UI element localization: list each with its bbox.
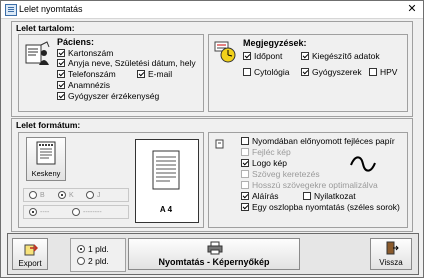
align-radio-group: B K J xyxy=(23,188,129,202)
checkbox-box[interactable] xyxy=(241,203,249,211)
radio-circle[interactable] xyxy=(77,257,85,265)
notes-title: Megjegyzések: xyxy=(243,38,307,48)
checkbox-email[interactable]: E-mail xyxy=(137,69,172,79)
checkbox-box[interactable] xyxy=(241,192,249,200)
checkbox-box[interactable] xyxy=(243,52,251,60)
checkbox-box[interactable] xyxy=(57,70,65,78)
line-radio-group: ---- -------- xyxy=(23,205,129,219)
checkbox-box[interactable] xyxy=(57,49,65,57)
format-group: Lelet formátum: Keskeny B K J ---- -----… xyxy=(11,118,413,232)
export-label: Export xyxy=(18,259,42,268)
window-title: Lelet nyomtatás xyxy=(19,4,83,14)
document-icon xyxy=(152,150,180,190)
checkbox-box[interactable] xyxy=(243,68,251,76)
checkbox-box[interactable] xyxy=(241,148,249,156)
checkbox-kiegeszito-adatok[interactable]: Kiegészítő adatok xyxy=(301,51,380,61)
checkbox-box[interactable] xyxy=(369,68,377,76)
radio-circle[interactable] xyxy=(77,245,85,253)
close-button[interactable]: ✕ xyxy=(401,1,423,18)
print-button-label: Nyomtatás - Képernyőkép xyxy=(158,257,270,267)
checkbox-cytologia[interactable]: Cytológia xyxy=(243,67,289,77)
checkbox-signature[interactable]: Aláírás xyxy=(241,191,278,201)
patient-title: Páciens: xyxy=(57,37,95,47)
checkbox-hpv[interactable]: HPV xyxy=(369,67,397,77)
checkbox-gyogyszer-erzekenyseg[interactable]: Gyógyszer érzékenység xyxy=(57,91,159,101)
radio-circle[interactable] xyxy=(58,191,66,199)
checkbox-preprinted-paper[interactable]: Nyomdában előnyomott fejléces papír xyxy=(241,136,395,146)
checkbox-kartonszam[interactable]: Kartonszám xyxy=(57,48,113,58)
print-dialog: Lelet nyomtatás ✕ Lelet tartalom: Pácien… xyxy=(0,0,424,278)
checkbox-box[interactable] xyxy=(57,59,65,67)
radio-line-long[interactable]: -------- xyxy=(72,208,102,216)
printer-icon xyxy=(207,241,223,255)
checkbox-long-text-optimized[interactable]: Hosszú szövegekre optimalizálva xyxy=(241,180,378,190)
signature-icon xyxy=(350,156,376,172)
checkbox-header-image[interactable]: Fejléc kép xyxy=(241,147,291,157)
radio-one-copy[interactable]: 1 pld. xyxy=(77,244,109,254)
checkbox-box[interactable] xyxy=(301,52,309,60)
checkbox-declaration[interactable]: Nyilatkozat xyxy=(303,191,356,201)
copies-group: 1 pld. 2 pld. xyxy=(70,238,126,272)
checkbox-gyogyszerek[interactable]: Gyógyszerek xyxy=(301,67,362,77)
size-button[interactable]: Keskeny xyxy=(26,137,66,181)
format-group-title: Lelet formátum: xyxy=(16,120,81,130)
options-icon xyxy=(215,139,224,149)
export-button[interactable]: Export xyxy=(12,238,48,270)
checkbox-box[interactable] xyxy=(303,192,311,200)
patient-icon xyxy=(25,41,50,65)
radio-circle[interactable] xyxy=(86,191,94,199)
radio-circle[interactable] xyxy=(29,191,37,199)
size-button-label: Keskeny xyxy=(31,169,61,178)
back-button-label: Vissza xyxy=(379,258,403,267)
title-bar: Lelet nyomtatás ✕ xyxy=(1,1,423,19)
checkbox-idopont[interactable]: Időpont xyxy=(243,51,282,61)
checkbox-box[interactable] xyxy=(241,170,249,178)
checkbox-box[interactable] xyxy=(57,92,65,100)
content-group: Lelet tartalom: Páciens: Kartonszám Anyj… xyxy=(11,21,413,117)
paper-size-label: A 4 xyxy=(159,205,173,214)
checkbox-single-column[interactable]: Egy oszlopba nyomtatás (széles sorok) xyxy=(241,202,400,212)
app-icon xyxy=(5,4,17,16)
checkbox-text-framing[interactable]: Szöveg keretezés xyxy=(241,169,320,179)
narrow-page-icon xyxy=(36,141,56,165)
checkbox-box[interactable] xyxy=(241,181,249,189)
checkbox-telefonszam[interactable]: Telefonszám xyxy=(57,69,116,79)
checkbox-logo-image[interactable]: Logo kép xyxy=(241,158,287,168)
exit-door-icon xyxy=(386,241,399,255)
export-icon xyxy=(24,244,38,256)
checkbox-anyja-neve[interactable]: Anyja neve, Születési dátum, hely xyxy=(57,58,196,68)
paper-preview: A 4 xyxy=(135,139,199,223)
checkbox-box[interactable] xyxy=(137,70,145,78)
radio-align-b[interactable]: B xyxy=(29,191,45,199)
checkbox-box[interactable] xyxy=(57,81,65,89)
back-button[interactable]: Vissza xyxy=(370,238,412,270)
print-button[interactable]: Nyomtatás - Képernyőkép xyxy=(128,238,300,270)
footer-bar: Export 1 pld. 2 pld. Nyomtatás - Képerny… xyxy=(7,233,419,275)
clock-notes-icon xyxy=(214,41,236,63)
print-options-panel: Nyomdában előnyomott fejléces papír Fejl… xyxy=(208,132,408,228)
notes-panel: Megjegyzések: Időpont Kiegészítő adatok … xyxy=(208,34,408,112)
radio-align-j[interactable]: J xyxy=(86,191,101,199)
radio-two-copies[interactable]: 2 pld. xyxy=(77,256,109,266)
radio-align-k[interactable]: K xyxy=(58,191,74,199)
content-group-title: Lelet tartalom: xyxy=(16,23,75,33)
patient-panel: Páciens: Kartonszám Anyja neve, Születés… xyxy=(18,34,204,112)
radio-circle[interactable] xyxy=(72,208,80,216)
checkbox-anamnezis[interactable]: Anamnézis xyxy=(57,80,110,90)
radio-line-short[interactable]: ---- xyxy=(29,208,49,216)
layout-panel: Keskeny B K J ---- -------- A 4 xyxy=(18,132,204,228)
radio-circle[interactable] xyxy=(29,208,37,216)
checkbox-box[interactable] xyxy=(241,137,249,145)
checkbox-box[interactable] xyxy=(241,159,249,167)
checkbox-box[interactable] xyxy=(301,68,309,76)
